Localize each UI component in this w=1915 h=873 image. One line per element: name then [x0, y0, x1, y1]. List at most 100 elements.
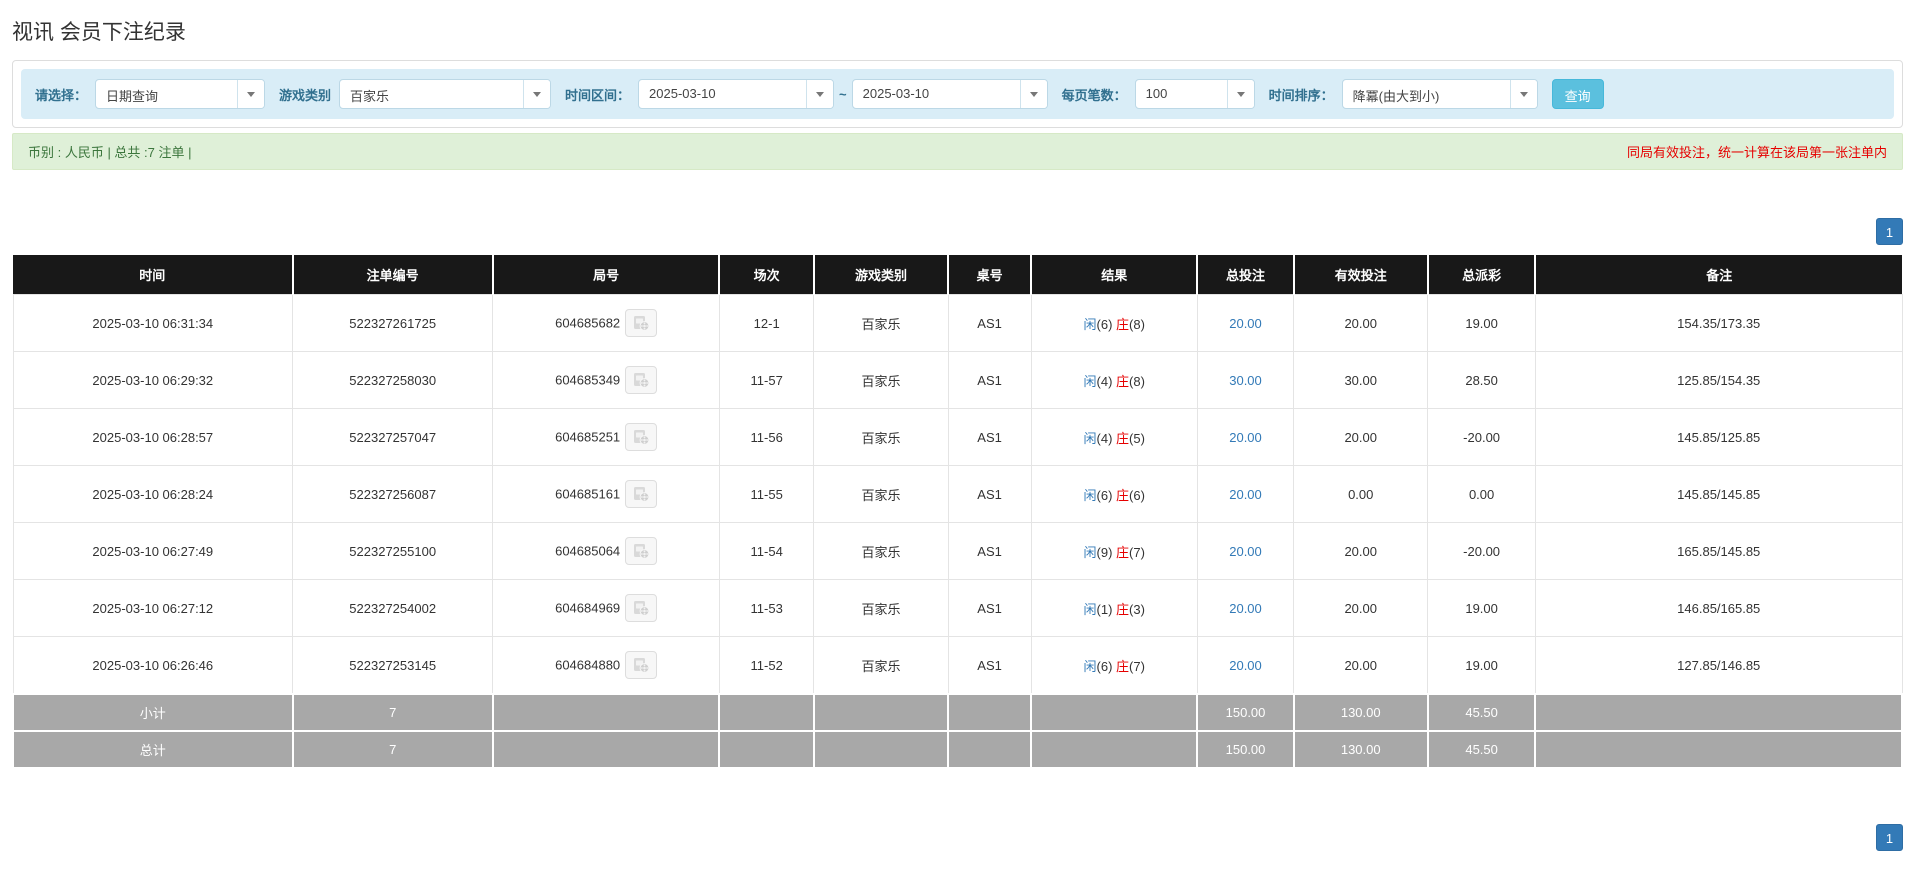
video-replay-icon	[633, 373, 650, 388]
cell-time: 2025-03-10 06:31:34	[12, 294, 294, 352]
sum-empty	[812, 693, 950, 732]
total-bet-link[interactable]: 20.00	[1229, 430, 1262, 445]
page-1-button[interactable]: 1	[1876, 218, 1903, 245]
column-header: 总投注	[1197, 255, 1295, 295]
video-replay-icon	[633, 487, 650, 502]
result-player-label: 闲	[1083, 487, 1097, 503]
pagination-bottom: 1	[12, 824, 1903, 851]
result-banker-score: (6)	[1129, 487, 1145, 503]
cell-time: 2025-03-10 06:27:12	[12, 579, 294, 637]
sort-order-select[interactable]: 降冪(由大到小)	[1341, 79, 1538, 109]
cell-session: 11-55	[718, 465, 815, 523]
column-header: 结果	[1031, 255, 1199, 295]
result-banker-score: (7)	[1129, 658, 1145, 674]
cell-round-id: 604685682	[492, 294, 720, 352]
chevron-down-icon	[1019, 80, 1047, 108]
cell-result: 闲(4) 庄(8)	[1030, 351, 1198, 409]
sort-order-value: 降冪(由大到小)	[1352, 89, 1440, 104]
cell-note: 154.35/173.35	[1534, 294, 1903, 352]
date-range-separator: ~	[839, 86, 847, 102]
cell-table-no: AS1	[947, 351, 1032, 409]
sum-label: 总计	[12, 730, 294, 769]
cell-game-type: 百家乐	[813, 408, 949, 466]
game-type-select[interactable]: 百家乐	[339, 79, 552, 109]
column-header: 局号	[492, 255, 721, 295]
video-replay-button[interactable]	[625, 423, 658, 451]
cell-payout: -20.00	[1427, 408, 1536, 466]
result-player-label: 闲	[1083, 601, 1097, 617]
column-header: 场次	[719, 255, 815, 295]
date-from-picker[interactable]: 2025-03-10	[638, 79, 835, 109]
sum-empty	[812, 730, 950, 769]
total-bet-link[interactable]: 20.00	[1229, 487, 1262, 502]
query-type-label: 请选择：	[35, 87, 88, 103]
cell-total-bet: 20.00	[1196, 636, 1295, 695]
cell-table-no: AS1	[947, 636, 1032, 695]
cell-payout: 19.00	[1427, 636, 1536, 695]
result-player-label: 闲	[1083, 316, 1097, 332]
result-player-score: (1)	[1096, 601, 1117, 617]
table-row: 2025-03-10 06:27:12 522327254002 604684969…	[12, 579, 1903, 637]
chevron-down-icon	[1226, 80, 1254, 108]
video-replay-button[interactable]	[625, 594, 658, 622]
sum-valid-bet: 130.00	[1292, 730, 1429, 769]
sum-empty	[491, 693, 721, 732]
page-1-button[interactable]: 1	[1876, 824, 1903, 851]
column-header: 桌号	[948, 255, 1033, 295]
video-replay-icon	[633, 544, 650, 559]
video-replay-button[interactable]	[625, 309, 658, 337]
cell-session: 11-53	[718, 579, 815, 637]
cell-payout: 19.00	[1427, 579, 1536, 637]
round-id-text: 604685251	[555, 429, 621, 445]
result-banker-label: 庄	[1116, 430, 1130, 446]
cell-session: 12-1	[718, 294, 815, 352]
video-replay-button[interactable]	[625, 366, 658, 394]
cell-game-type: 百家乐	[813, 636, 949, 695]
summary-bar: 币别 : 人民币 | 总共 :7 注单 | 同局有效投注，统一计算在该局第一张注…	[12, 133, 1903, 170]
total-bet-link[interactable]: 20.00	[1229, 316, 1262, 331]
table-row: 2025-03-10 06:28:24 522327256087 604685161…	[12, 465, 1903, 523]
chevron-down-icon	[523, 80, 551, 108]
cell-time: 2025-03-10 06:27:49	[12, 522, 294, 580]
cell-game-type: 百家乐	[813, 294, 949, 352]
total-bet-link[interactable]: 20.00	[1229, 658, 1262, 673]
page-size-select[interactable]: 100	[1134, 79, 1255, 109]
date-to-picker[interactable]: 2025-03-10	[851, 79, 1048, 109]
column-header: 有效投注	[1293, 255, 1429, 295]
page-size-label: 每页笔数：	[1061, 87, 1127, 103]
total-bet-link[interactable]: 20.00	[1229, 544, 1262, 559]
cell-time: 2025-03-10 06:26:46	[12, 636, 294, 695]
valid-bet-notice-text: 同局有效投注，统一计算在该局第一张注单内	[1626, 145, 1887, 160]
total-bet-link[interactable]: 30.00	[1229, 373, 1262, 388]
pagination-top: 1	[12, 218, 1903, 245]
cell-total-bet: 20.00	[1196, 408, 1295, 466]
sum-empty	[718, 693, 815, 732]
sum-empty	[1030, 730, 1199, 769]
table-row: 2025-03-10 06:26:46 522327253145 604684880…	[12, 636, 1903, 695]
result-player-score: (4)	[1096, 430, 1117, 446]
total-bet-link[interactable]: 20.00	[1229, 601, 1262, 616]
video-replay-icon	[633, 316, 650, 331]
sum-note	[1534, 730, 1903, 769]
search-button[interactable]: 查询	[1551, 79, 1604, 109]
round-id-text: 604684880	[555, 657, 621, 673]
chevron-down-icon	[1509, 80, 1537, 108]
cell-round-id: 604685349	[492, 351, 720, 409]
result-banker-label: 庄	[1116, 316, 1130, 332]
result-player-label: 闲	[1083, 658, 1097, 674]
result-player-score: (9)	[1096, 544, 1117, 560]
cell-note: 146.85/165.85	[1534, 579, 1903, 637]
query-type-select[interactable]: 日期查询	[95, 79, 266, 109]
table-header-row: 时间 注单编号 局号 场次 游戏类别 桌号 结果 总投注 有效投注 总派彩 备注	[13, 255, 1902, 295]
video-replay-button[interactable]	[625, 480, 658, 508]
cell-game-type: 百家乐	[813, 465, 949, 523]
cell-round-id: 604684969	[492, 579, 720, 637]
cell-time: 2025-03-10 06:28:57	[12, 408, 294, 466]
video-replay-button[interactable]	[625, 651, 658, 679]
sum-count: 7	[291, 693, 494, 732]
video-replay-button[interactable]	[625, 537, 658, 565]
cell-round-id: 604684880	[492, 636, 720, 695]
cell-table-no: AS1	[947, 294, 1032, 352]
sum-label: 小计	[12, 693, 294, 732]
cell-payout: 0.00	[1427, 465, 1536, 523]
